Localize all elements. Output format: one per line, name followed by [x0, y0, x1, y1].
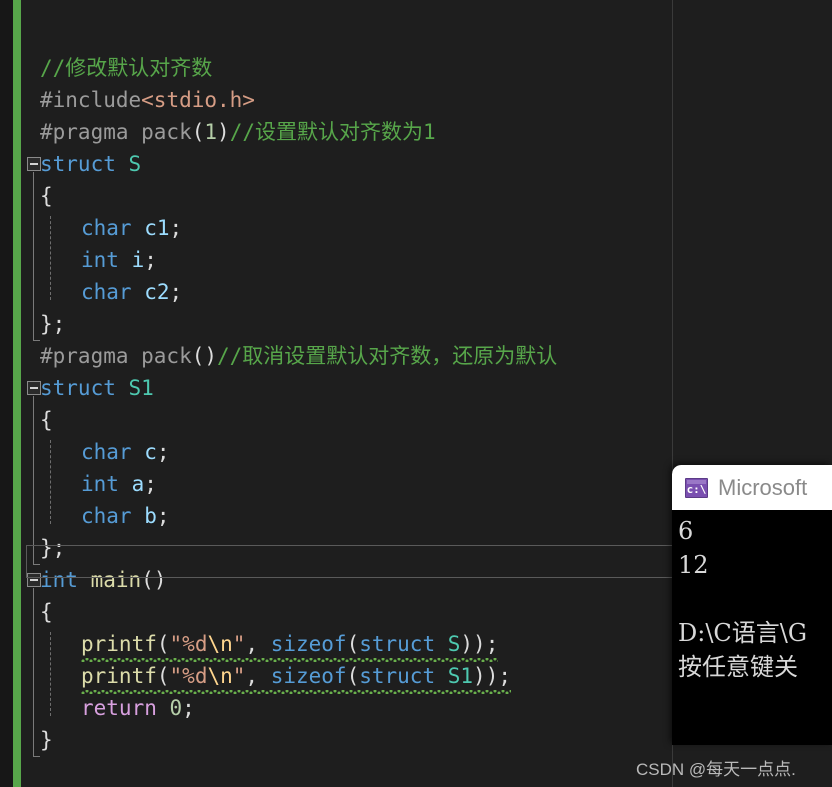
- code-line-text: return 0;: [81, 696, 195, 720]
- code-line-text: struct S1: [40, 376, 154, 400]
- code-line-text: };: [40, 536, 66, 560]
- console-window[interactable]: c:\ Microsoft 6 12 D:\C语言\G 按任意键关: [672, 465, 832, 745]
- code-line[interactable]: char c2;: [0, 276, 832, 308]
- collapse-toggle-icon[interactable]: [27, 573, 41, 587]
- code-line-text: };: [40, 312, 66, 336]
- code-line-text: #pragma pack(1)//设置默认对齐数为1: [40, 120, 436, 144]
- console-title-bar[interactable]: c:\ Microsoft: [672, 465, 832, 510]
- code-line[interactable]: struct S1: [0, 372, 832, 404]
- code-line-text: char c1;: [81, 216, 183, 240]
- code-line[interactable]: char c1;: [0, 212, 832, 244]
- outlining-guide: [33, 588, 34, 756]
- code-line[interactable]: };: [0, 308, 832, 340]
- code-line-text: struct S: [40, 152, 142, 176]
- code-line[interactable]: int i;: [0, 244, 832, 276]
- code-line-text: int a;: [81, 472, 157, 496]
- outlining-guide: [33, 172, 34, 340]
- code-line[interactable]: //修改默认对齐数: [0, 52, 832, 84]
- code-line-text: char b;: [81, 504, 170, 528]
- code-line-text: char c2;: [81, 280, 183, 304]
- command-prompt-icon: c:\: [685, 477, 708, 498]
- code-line-text: //修改默认对齐数: [40, 56, 213, 80]
- code-line-text: {: [40, 600, 53, 624]
- outlining-guide: [33, 396, 34, 564]
- code-line-text-with-warning: printf("%d\n", sizeof(struct S1));: [81, 660, 511, 694]
- collapse-toggle-icon[interactable]: [27, 157, 41, 171]
- console-output: 6 12 D:\C语言\G 按任意键关: [672, 510, 832, 684]
- indent-guide: [50, 632, 51, 716]
- code-line-text: {: [40, 408, 53, 432]
- console-output-line: 6: [678, 517, 694, 545]
- console-output-line: D:\C语言\G: [678, 619, 808, 647]
- code-line-text: }: [40, 728, 53, 752]
- code-line[interactable]: #pragma pack(1)//设置默认对齐数为1: [0, 116, 832, 148]
- console-output-line: 12: [678, 551, 709, 579]
- indent-guide: [50, 216, 51, 300]
- code-line[interactable]: #pragma pack()//取消设置默认对齐数，还原为默认: [0, 340, 832, 372]
- command-prompt-icon-glyph: c:\: [686, 483, 707, 496]
- code-line-text: #pragma pack()//取消设置默认对齐数，还原为默认: [40, 344, 558, 368]
- collapse-toggle-icon[interactable]: [27, 381, 41, 395]
- csdn-watermark: CSDN @每天一点点.: [636, 760, 796, 779]
- code-line-text: char c;: [81, 440, 170, 464]
- code-line[interactable]: struct S: [0, 148, 832, 180]
- outlining-guide-end: [33, 340, 40, 341]
- code-line[interactable]: {: [0, 180, 832, 212]
- code-line-text: int i;: [81, 248, 157, 272]
- code-line-text: {: [40, 184, 53, 208]
- code-line[interactable]: {: [0, 404, 832, 436]
- console-output-line: 按任意键关: [678, 653, 798, 681]
- code-line-text-with-warning: printf("%d\n", sizeof(struct S));: [81, 628, 499, 662]
- outlining-guide-end: [33, 564, 40, 565]
- code-line[interactable]: char c;: [0, 436, 832, 468]
- code-line-text: #include<stdio.h>: [40, 88, 255, 112]
- code-line[interactable]: #include<stdio.h>: [0, 84, 832, 116]
- console-title-text: Microsoft: [718, 474, 808, 500]
- outlining-guide-end: [33, 756, 40, 757]
- code-line-text: int main(): [40, 568, 167, 592]
- indent-guide: [50, 440, 51, 524]
